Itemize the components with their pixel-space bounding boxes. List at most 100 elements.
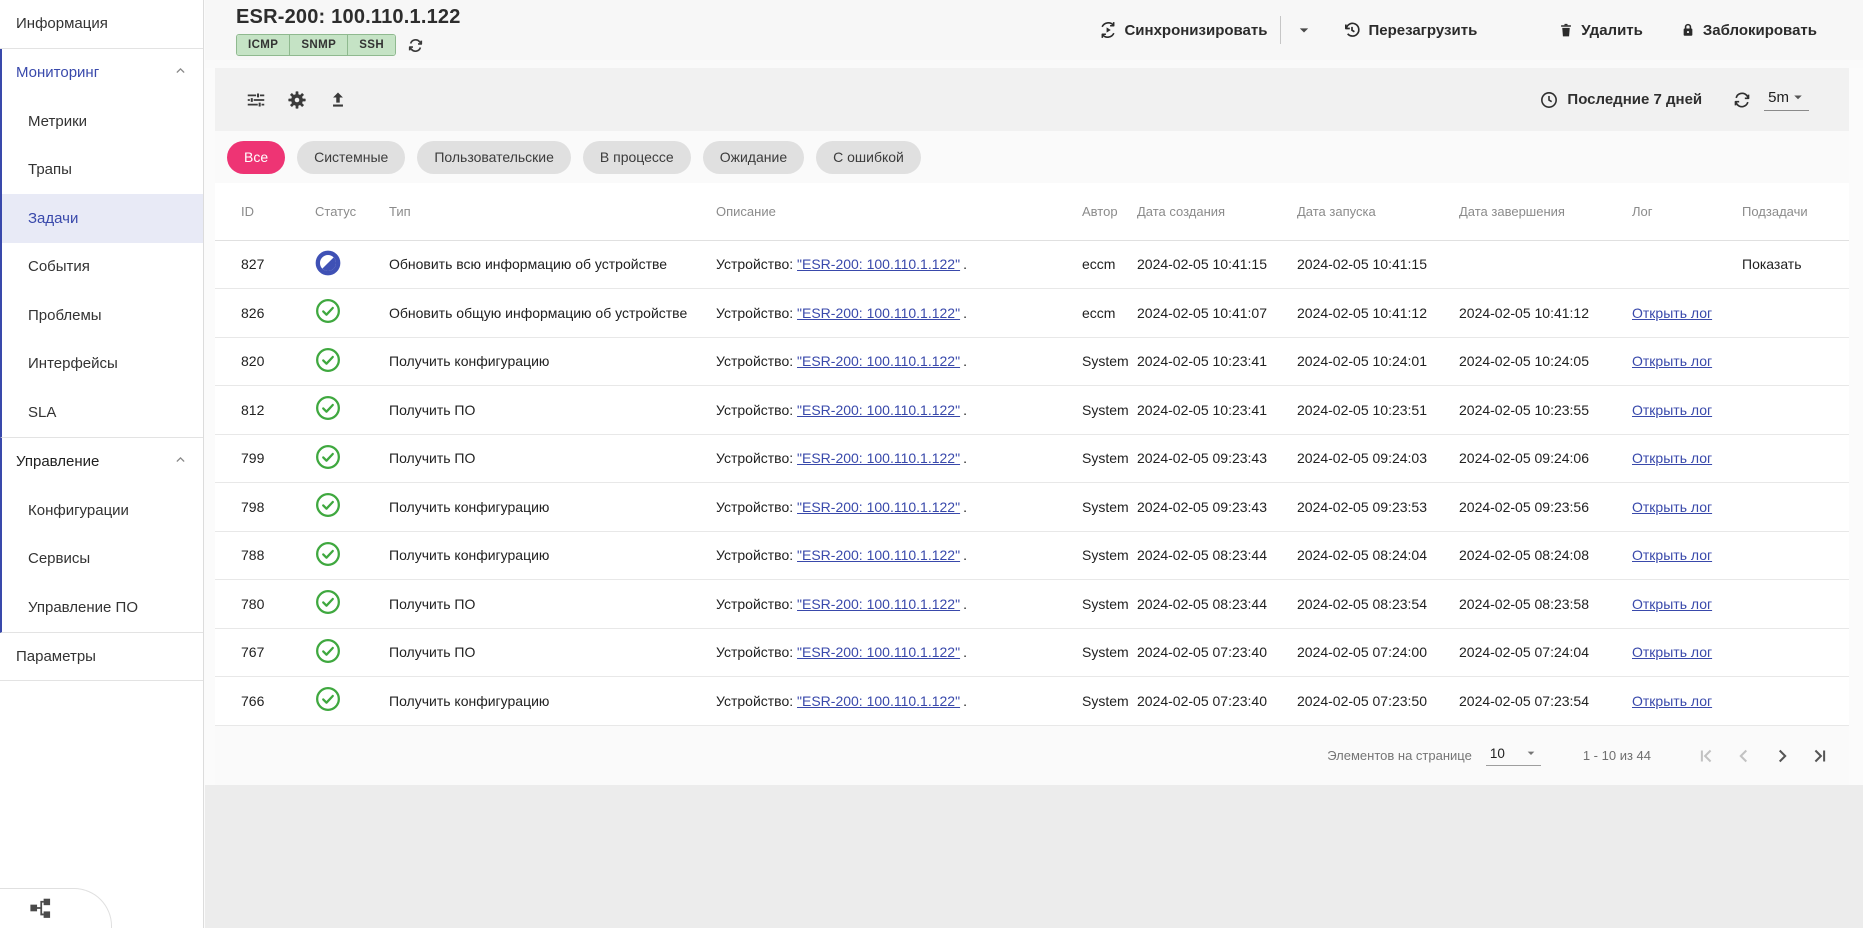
table-row: 798 Получить конфигурацию Устройство: "E… xyxy=(215,483,1849,532)
page-size-select[interactable]: 10 xyxy=(1486,745,1541,766)
open-log-link[interactable]: Открыть лог xyxy=(1632,693,1712,709)
filter-chip-user[interactable]: Пользовательские xyxy=(417,141,571,174)
pagination-last-button[interactable] xyxy=(1809,745,1831,767)
open-log-link[interactable]: Открыть лог xyxy=(1632,305,1712,321)
show-subtasks-button[interactable]: Показать xyxy=(1742,256,1802,272)
status-success-icon xyxy=(315,347,341,373)
task-id: 767 xyxy=(215,628,307,677)
topology-icon xyxy=(28,896,53,921)
upload-icon[interactable] xyxy=(327,89,349,111)
task-started: 2024-02-05 07:23:50 xyxy=(1297,677,1459,726)
header-gap xyxy=(205,60,1863,68)
pagination-first-button[interactable] xyxy=(1695,745,1717,767)
table-row: 799 Получить ПО Устройство: "ESR-200: 10… xyxy=(215,434,1849,483)
auto-refresh-button[interactable] xyxy=(1732,90,1752,110)
task-type: Получить конфигурацию xyxy=(389,337,716,386)
sidebar-item-events[interactable]: События xyxy=(2,243,203,292)
col-created: Дата создания xyxy=(1137,183,1297,240)
description-suffix: . xyxy=(963,305,967,321)
task-finished xyxy=(1459,240,1632,289)
sidebar-item-information[interactable]: Информация xyxy=(0,0,203,49)
delete-button[interactable]: Удалить xyxy=(1557,21,1643,39)
sync-button[interactable]: Синхронизировать xyxy=(1098,20,1267,40)
device-link[interactable]: "ESR-200: 100.110.1.122" xyxy=(797,644,960,660)
description-prefix: Устройство: xyxy=(716,402,793,418)
main-content: ESR-200: 100.110.1.122 ICMP SNMP SSH xyxy=(205,0,1863,928)
col-finished: Дата завершения xyxy=(1459,183,1632,240)
device-link[interactable]: "ESR-200: 100.110.1.122" xyxy=(797,305,960,321)
sidebar-item-software-management[interactable]: Управление ПО xyxy=(2,583,203,632)
sidebar-group-monitoring-header[interactable]: Мониторинг xyxy=(2,49,203,98)
sidebar-item-services[interactable]: Сервисы xyxy=(2,535,203,584)
sidebar-item-sla[interactable]: SLA xyxy=(2,388,203,437)
table-row: 788 Получить конфигурацию Устройство: "E… xyxy=(215,531,1849,580)
refresh-status-button[interactable] xyxy=(407,37,424,54)
interval-select[interactable]: 5m xyxy=(1764,88,1809,111)
open-log-link[interactable]: Открыть лог xyxy=(1632,499,1712,515)
description-prefix: Устройство: xyxy=(716,305,793,321)
sidebar-item-configurations[interactable]: Конфигурации xyxy=(2,486,203,535)
tune-icon[interactable] xyxy=(245,89,267,111)
open-log-link[interactable]: Открыть лог xyxy=(1632,644,1712,660)
task-finished: 2024-02-05 08:24:08 xyxy=(1459,531,1632,580)
reload-button[interactable]: Перезагрузить xyxy=(1342,20,1477,40)
status-success-icon xyxy=(315,444,341,470)
filter-chip-all[interactable]: Все xyxy=(227,141,285,174)
device-link[interactable]: "ESR-200: 100.110.1.122" xyxy=(797,256,960,272)
device-link[interactable]: "ESR-200: 100.110.1.122" xyxy=(797,353,960,369)
table-footer: Элементов на странице 10 1 - 10 из 44 xyxy=(215,726,1849,786)
lock-button[interactable]: Заблокировать xyxy=(1679,21,1817,39)
task-finished: 2024-02-05 07:24:04 xyxy=(1459,628,1632,677)
tasks-toolbar: Последние 7 дней 5m xyxy=(215,68,1849,131)
device-link[interactable]: "ESR-200: 100.110.1.122" xyxy=(797,596,960,612)
auto-refresh-icon xyxy=(1732,90,1752,110)
sidebar-item-interfaces[interactable]: Интерфейсы xyxy=(2,340,203,389)
pagination-prev-button[interactable] xyxy=(1733,745,1755,767)
sidebar-item-metrics[interactable]: Метрики xyxy=(2,97,203,146)
gear-icon[interactable] xyxy=(286,89,308,111)
description-prefix: Устройство: xyxy=(716,547,793,563)
description-prefix: Устройство: xyxy=(716,499,793,515)
open-log-link[interactable]: Открыть лог xyxy=(1632,450,1712,466)
sidebar-item-problems[interactable]: Проблемы xyxy=(2,291,203,340)
device-link[interactable]: "ESR-200: 100.110.1.122" xyxy=(797,547,960,563)
col-author: Автор xyxy=(1082,183,1137,240)
open-log-link[interactable]: Открыть лог xyxy=(1632,596,1712,612)
sidebar-group-management-header[interactable]: Управление xyxy=(2,438,203,487)
badge-ssh: SSH xyxy=(347,35,395,55)
filter-chip-system[interactable]: Системные xyxy=(297,141,405,174)
pagination-next-button[interactable] xyxy=(1771,745,1793,767)
col-subtasks: Подзадачи xyxy=(1742,183,1849,240)
sidebar-item-traps[interactable]: Трапы xyxy=(2,146,203,195)
device-link[interactable]: "ESR-200: 100.110.1.122" xyxy=(797,499,960,515)
filter-chip-waiting[interactable]: Ожидание xyxy=(703,141,804,174)
chevron-up-icon xyxy=(174,453,187,470)
description-prefix: Устройство: xyxy=(716,596,793,612)
time-range-button[interactable]: Последние 7 дней xyxy=(1539,90,1702,110)
page-background xyxy=(205,785,1863,928)
table-row: 780 Получить ПО Устройство: "ESR-200: 10… xyxy=(215,580,1849,629)
filter-chip-in-progress[interactable]: В процессе xyxy=(583,141,691,174)
sidebar-item-tasks[interactable]: Задачи xyxy=(2,194,203,243)
sync-dropdown-button[interactable] xyxy=(1294,20,1314,40)
task-author: System xyxy=(1082,628,1137,677)
task-author: System xyxy=(1082,337,1137,386)
device-link[interactable]: "ESR-200: 100.110.1.122" xyxy=(797,450,960,466)
open-log-link[interactable]: Открыть лог xyxy=(1632,547,1712,563)
open-log-link[interactable]: Открыть лог xyxy=(1632,353,1712,369)
task-created: 2024-02-05 10:23:41 xyxy=(1137,337,1297,386)
open-log-link[interactable]: Открыть лог xyxy=(1632,402,1712,418)
topology-corner-button[interactable] xyxy=(0,888,112,928)
task-author: eccm xyxy=(1082,289,1137,338)
task-created: 2024-02-05 07:23:40 xyxy=(1137,677,1297,726)
status-success-icon xyxy=(315,686,341,712)
task-finished: 2024-02-05 10:41:12 xyxy=(1459,289,1632,338)
filter-chip-error[interactable]: С ошибкой xyxy=(816,141,921,174)
device-link[interactable]: "ESR-200: 100.110.1.122" xyxy=(797,693,960,709)
badge-snmp: SNMP xyxy=(289,35,347,55)
task-started: 2024-02-05 10:24:01 xyxy=(1297,337,1459,386)
status-success-icon xyxy=(315,395,341,421)
device-link[interactable]: "ESR-200: 100.110.1.122" xyxy=(797,402,960,418)
sidebar-item-parameters[interactable]: Параметры xyxy=(0,633,203,682)
task-started: 2024-02-05 10:23:51 xyxy=(1297,386,1459,435)
